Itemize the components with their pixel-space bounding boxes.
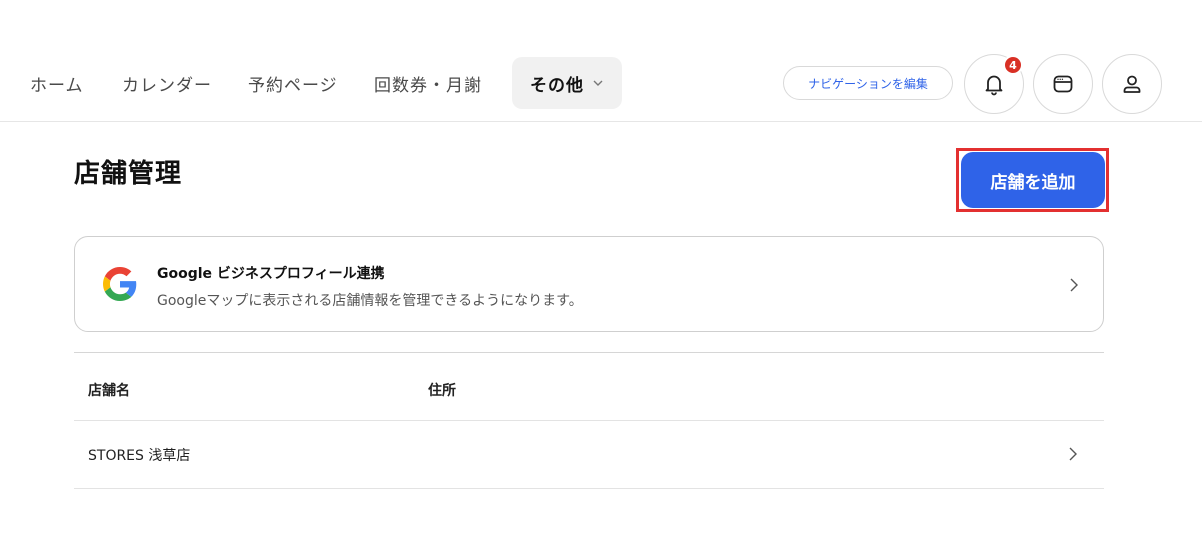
nav-item-label: ホーム	[30, 75, 84, 96]
nav-item-tickets[interactable]: 回数券・月謝	[374, 57, 482, 109]
nav-item-calendar[interactable]: カレンダー	[122, 57, 212, 109]
store-name-cell: STORES 浅草店	[88, 448, 191, 464]
chevron-down-icon	[593, 80, 603, 86]
column-header-address: 住所	[428, 383, 456, 399]
table-divider	[74, 352, 1104, 353]
edit-navigation-label: ナビゲーションを編集	[808, 76, 928, 91]
nav-item-booking-page[interactable]: 予約ページ	[248, 57, 338, 109]
gbp-description: Googleマップに表示される店舗情報を管理できるようになります。	[157, 293, 583, 309]
gbp-title: Google ビジネスプロフィール連携	[157, 266, 385, 282]
nav-item-home[interactable]: ホーム	[30, 57, 84, 109]
add-store-label: 店舗を追加	[990, 172, 1076, 193]
bell-icon	[985, 75, 1003, 96]
column-header-store-name: 店舗名	[88, 383, 130, 399]
page-title: 店舗管理	[74, 159, 183, 189]
browser-window-icon	[1053, 75, 1073, 93]
store-window-button[interactable]	[1033, 54, 1093, 114]
nav-item-label: その他	[530, 75, 584, 96]
nav-item-other[interactable]: その他	[512, 57, 622, 109]
edit-navigation-button[interactable]: ナビゲーションを編集	[783, 66, 953, 100]
user-icon	[1123, 75, 1141, 93]
nav-item-label: 予約ページ	[248, 75, 338, 96]
chevron-right-icon	[1069, 447, 1077, 461]
page: ホーム カレンダー 予約ページ 回数券・月謝 その他 ナビゲーションを編集 4	[0, 0, 1202, 536]
table-row[interactable]: STORES 浅草店	[74, 421, 1104, 487]
row-divider	[74, 488, 1104, 489]
notification-badge: 4	[1003, 55, 1023, 75]
nav-item-label: 回数券・月謝	[374, 75, 482, 96]
google-business-profile-card[interactable]: Google ビジネスプロフィール連携 Googleマップに表示される店舗情報を…	[74, 236, 1104, 332]
nav-item-label: カレンダー	[122, 75, 212, 96]
top-nav: ホーム カレンダー 予約ページ 回数券・月謝 その他 ナビゲーションを編集 4	[0, 0, 1202, 122]
add-store-button[interactable]: 店舗を追加	[961, 152, 1105, 208]
chevron-right-icon	[1070, 278, 1078, 292]
google-logo-icon	[103, 267, 137, 301]
account-button[interactable]	[1102, 54, 1162, 114]
